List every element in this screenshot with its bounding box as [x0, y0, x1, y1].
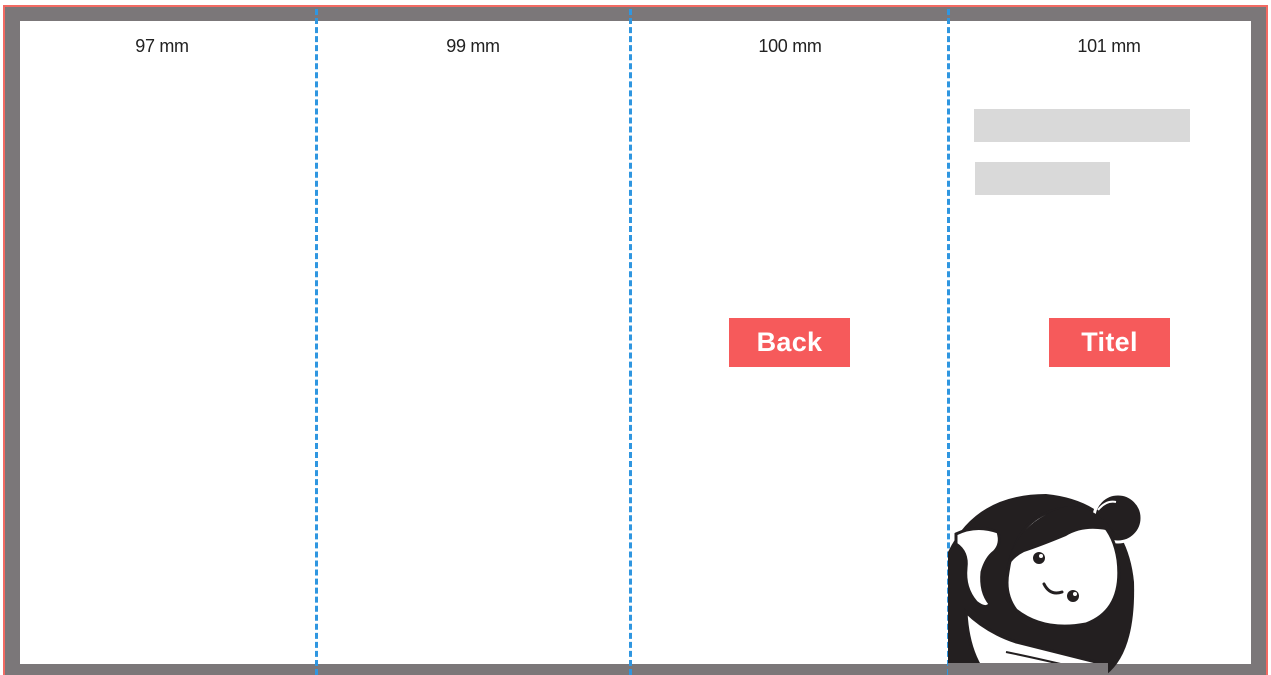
fold-line-1 [315, 9, 318, 675]
panel-3-width-label: 100 mm [758, 36, 822, 56]
panel-4-width-label: 101 mm [1077, 36, 1141, 56]
panel-2-width-label: 99 mm [446, 36, 500, 56]
placeholder-heading-bar [974, 109, 1190, 142]
placeholder-subheading-bar [975, 162, 1110, 195]
fold-line-2 [629, 9, 632, 675]
trifold-layout-canvas: 97 mm 99 mm 100 mm 101 mm Back Titel [0, 0, 1271, 675]
back-label: Back [729, 318, 850, 367]
title-label: Titel [1049, 318, 1170, 367]
panel-1-width-label: 97 mm [135, 36, 189, 56]
girl-mascot-icon [946, 492, 1146, 675]
